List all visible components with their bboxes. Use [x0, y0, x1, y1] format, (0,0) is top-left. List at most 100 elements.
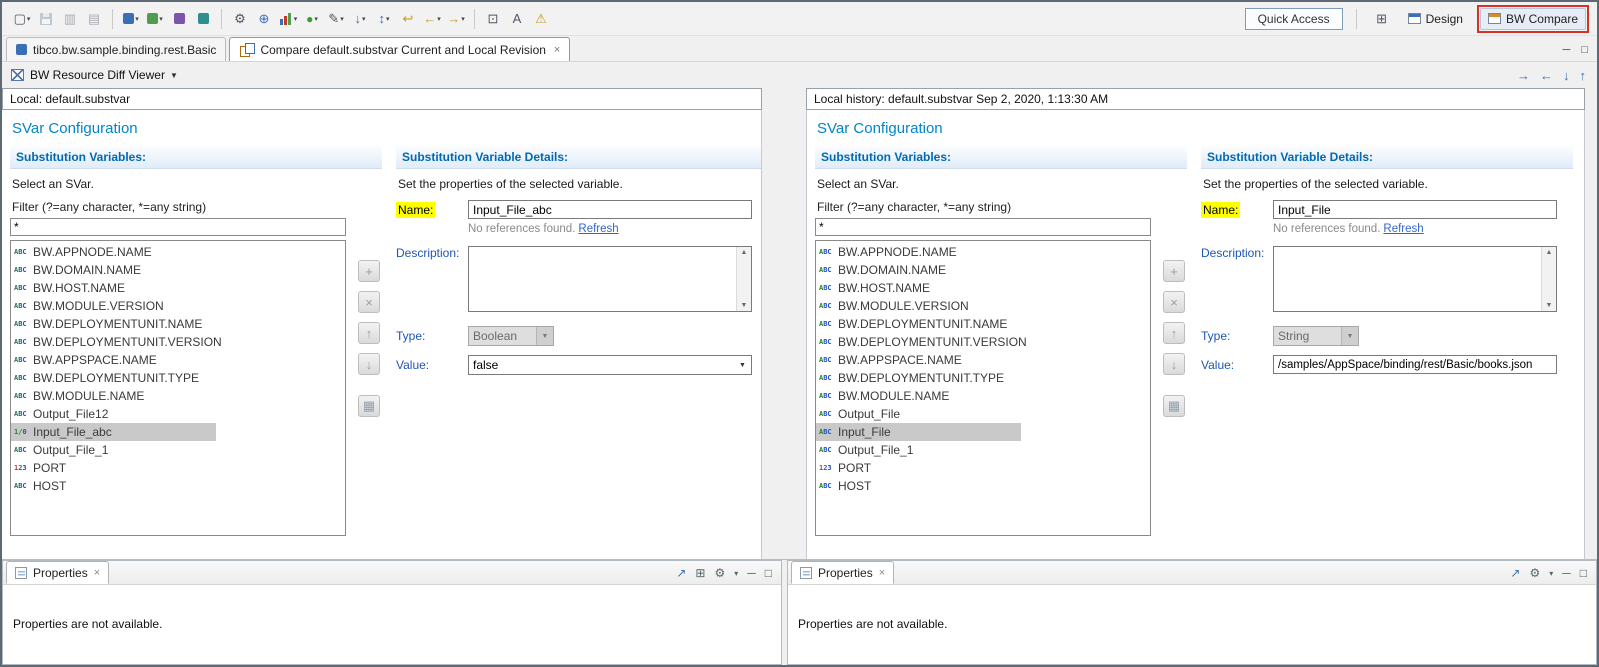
- textarea-scrollbar[interactable]: ▲ ▼: [736, 247, 751, 311]
- substitution-variables-list[interactable]: BW.APPNODE.NAME BW.DOMAIN.NAME: [10, 240, 346, 536]
- delete-variable-button[interactable]: ×: [358, 291, 380, 313]
- quick-access-button[interactable]: Quick Access: [1245, 8, 1343, 30]
- tab-properties[interactable]: Properties ×: [6, 561, 109, 584]
- move-down-button[interactable]: ↓: [1163, 353, 1185, 375]
- open-in-editor-icon[interactable]: ↗: [1510, 566, 1520, 580]
- annotate-icon[interactable]: ✎▾: [325, 9, 347, 29]
- variable-list-item[interactable]: Input_File: [816, 423, 1021, 441]
- maximize-icon[interactable]: □: [1580, 566, 1587, 580]
- name-input[interactable]: [1273, 200, 1557, 219]
- variable-list-item[interactable]: BW.DEPLOYMENTUNIT.VERSION: [11, 333, 345, 351]
- globe-icon[interactable]: ⊕: [253, 9, 275, 29]
- variable-list-item[interactable]: PORT: [11, 459, 345, 477]
- textarea-scrollbar[interactable]: ▲ ▼: [1541, 247, 1556, 311]
- variable-list-item[interactable]: BW.MODULE.NAME: [11, 387, 345, 405]
- next-difference-icon[interactable]: ↓: [1563, 68, 1570, 83]
- variable-list-item[interactable]: BW.MODULE.NAME: [816, 387, 1150, 405]
- show-advanced-properties-icon[interactable]: ⚙: [1529, 566, 1540, 580]
- minimize-icon[interactable]: ─: [747, 566, 756, 580]
- minimize-icon[interactable]: ─: [1563, 44, 1571, 56]
- new-wizard-button[interactable]: ▢▾: [11, 9, 33, 29]
- open-in-editor-icon[interactable]: ↗: [676, 566, 686, 580]
- variable-list-item[interactable]: PORT: [816, 459, 1150, 477]
- maximize-icon[interactable]: □: [765, 566, 772, 580]
- substitution-variables-list[interactable]: BW.APPNODE.NAME BW.DOMAIN.NAME: [815, 240, 1151, 536]
- close-tab-icon[interactable]: ×: [94, 567, 100, 579]
- print-icon[interactable]: ▤: [83, 9, 105, 29]
- minimize-icon[interactable]: ─: [1562, 566, 1571, 580]
- view-menu-icon[interactable]: ▾: [734, 569, 738, 578]
- add-variable-button[interactable]: +: [1163, 260, 1185, 282]
- delete-variable-button[interactable]: ×: [1163, 291, 1185, 313]
- forward-icon[interactable]: →▾: [445, 9, 467, 29]
- tab-compare-substvar[interactable]: Compare default.substvar Current and Loc…: [229, 37, 570, 61]
- variable-list-item[interactable]: BW.DOMAIN.NAME: [11, 261, 345, 279]
- validation-warning-icon[interactable]: ⚠: [530, 9, 552, 29]
- filter-input[interactable]: [815, 218, 1151, 236]
- new-bw-module-icon[interactable]: ▾: [144, 9, 166, 29]
- name-input[interactable]: [468, 200, 752, 219]
- variable-list-item[interactable]: BW.HOST.NAME: [816, 279, 1150, 297]
- close-tab-icon[interactable]: ×: [879, 567, 885, 579]
- type-dropdown[interactable]: String ▼: [1273, 326, 1359, 346]
- value-input[interactable]: [1273, 355, 1557, 374]
- close-tab-icon[interactable]: ×: [554, 44, 560, 56]
- move-up-button[interactable]: ↑: [358, 322, 380, 344]
- show-advanced-properties-icon[interactable]: ⚙: [714, 566, 725, 580]
- variable-list-item[interactable]: Input_File_abc: [11, 423, 216, 441]
- step-over-icon[interactable]: ↕▾: [373, 9, 395, 29]
- description-textarea[interactable]: ▲ ▼: [1273, 246, 1557, 312]
- filter-input[interactable]: [10, 218, 346, 236]
- variable-list-item[interactable]: BW.APPSPACE.NAME: [11, 351, 345, 369]
- scroll-down-icon[interactable]: ▼: [741, 302, 748, 309]
- variable-list-item[interactable]: Output_File12: [11, 405, 345, 423]
- refresh-link[interactable]: Refresh: [578, 223, 618, 235]
- run-icon[interactable]: ●▾: [301, 9, 323, 29]
- design-perspective-button[interactable]: Design: [1401, 9, 1470, 29]
- chart-icon[interactable]: ▾: [277, 9, 299, 29]
- view-menu-icon[interactable]: ▾: [1549, 569, 1553, 578]
- variable-list-item[interactable]: BW.DEPLOYMENTUNIT.NAME: [11, 315, 345, 333]
- move-up-button[interactable]: ↑: [1163, 322, 1185, 344]
- refresh-link[interactable]: Refresh: [1383, 223, 1423, 235]
- maximize-icon[interactable]: □: [1581, 44, 1588, 56]
- settings-gear-icon[interactable]: ⚙: [229, 9, 251, 29]
- variable-list-item[interactable]: BW.MODULE.VERSION: [816, 297, 1150, 315]
- variable-list-item[interactable]: BW.MODULE.VERSION: [11, 297, 345, 315]
- type-dropdown[interactable]: Boolean ▼: [468, 326, 554, 346]
- variable-list-item[interactable]: Output_File: [816, 405, 1150, 423]
- value-dropdown[interactable]: false ▼: [468, 355, 752, 375]
- open-perspective-icon[interactable]: ⊞: [1371, 9, 1393, 29]
- scroll-down-icon[interactable]: ▼: [1546, 302, 1553, 309]
- new-bw-application-icon[interactable]: ▾: [120, 9, 142, 29]
- scroll-up-icon[interactable]: ▲: [1546, 249, 1553, 256]
- font-annotation-icon[interactable]: A: [506, 9, 528, 29]
- save-all-icon[interactable]: ▥: [59, 9, 81, 29]
- variable-list-item[interactable]: BW.DEPLOYMENTUNIT.TYPE: [11, 369, 345, 387]
- copy-right-to-left-icon[interactable]: ←: [1540, 68, 1553, 83]
- move-down-button[interactable]: ↓: [358, 353, 380, 375]
- step-into-icon[interactable]: ↓▾: [349, 9, 371, 29]
- description-textarea[interactable]: ▲ ▼: [468, 246, 752, 312]
- variable-list-item[interactable]: BW.DEPLOYMENTUNIT.NAME: [816, 315, 1150, 333]
- tab-project-basic[interactable]: tibco.bw.sample.binding.rest.Basic: [6, 37, 226, 61]
- variable-list-item[interactable]: BW.HOST.NAME: [11, 279, 345, 297]
- variable-list-item[interactable]: BW.DOMAIN.NAME: [816, 261, 1150, 279]
- variable-list-item[interactable]: Output_File_1: [11, 441, 345, 459]
- previous-difference-icon[interactable]: ↑: [1580, 68, 1587, 83]
- save-icon[interactable]: [35, 9, 57, 29]
- import-resources-icon[interactable]: [192, 9, 214, 29]
- variable-list-item[interactable]: Output_File_1: [816, 441, 1150, 459]
- variable-list-item[interactable]: BW.APPSPACE.NAME: [816, 351, 1150, 369]
- show-categories-icon[interactable]: ⊞: [695, 566, 705, 580]
- new-shared-module-icon[interactable]: [168, 9, 190, 29]
- variable-list-item[interactable]: HOST: [816, 477, 1150, 495]
- scroll-up-icon[interactable]: ▲: [741, 249, 748, 256]
- variable-list-item[interactable]: BW.APPNODE.NAME: [11, 243, 345, 261]
- tab-properties[interactable]: Properties ×: [791, 561, 894, 584]
- back-icon[interactable]: ←▾: [421, 9, 443, 29]
- last-edit-location-icon[interactable]: ↩: [397, 9, 419, 29]
- variable-list-item[interactable]: HOST: [11, 477, 345, 495]
- bw-compare-perspective-button[interactable]: BW Compare: [1480, 8, 1586, 30]
- variable-list-item[interactable]: BW.DEPLOYMENTUNIT.TYPE: [816, 369, 1150, 387]
